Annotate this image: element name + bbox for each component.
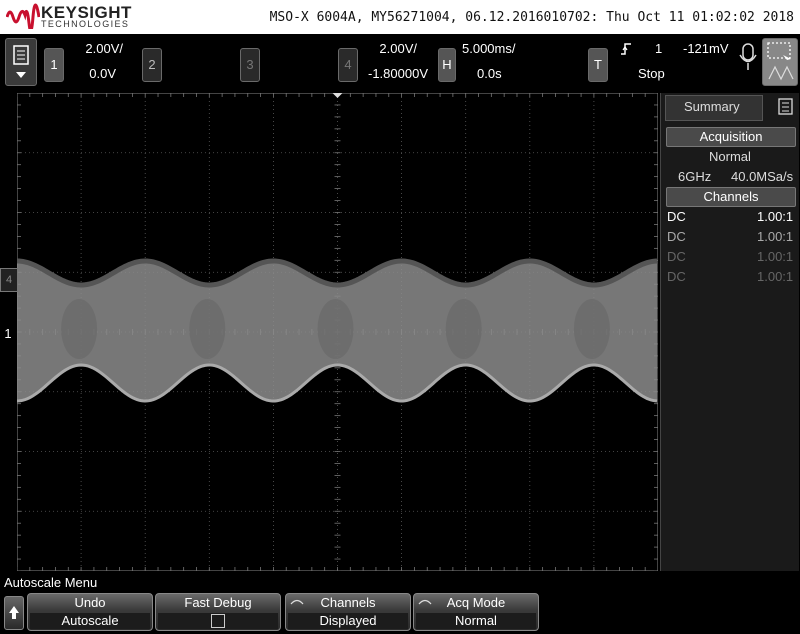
channel-3-button[interactable]: 3 [240,48,260,82]
channel-row-2-coupling: DC [667,229,686,244]
channel-row-2-probe: 1.00:1 [757,229,794,244]
channels-softkey[interactable]: Channels Displayed [285,593,411,631]
acq-mode-value: Normal [416,613,536,629]
summary-panel: Summary Acquisition Normal 6GHz 40.0MSa/… [660,93,799,571]
undo-autoscale-softkey[interactable]: Undo Autoscale [27,593,153,631]
channel-4-marker-label: 4 [5,274,13,286]
sample-rate: 40.0MSa/s [731,169,794,184]
channel-row-1-probe: 1.00:1 [757,209,794,224]
back-button[interactable] [4,596,24,630]
channel-1-offset: 0.0V [89,66,116,81]
rising-edge-icon [621,43,631,55]
channel-1-number: 1 [50,57,58,72]
title-bar: KEYSIGHT TECHNOLOGIES MSO-X 6004A, MY562… [0,0,800,34]
dropdown-indicator-icon [290,599,304,605]
channel-4-offset: -1.80000V [368,66,428,81]
fast-debug-value [158,613,278,629]
trigger-source: 1 [655,41,663,56]
acquisition-header: Acquisition [666,127,796,147]
trigger-label: T [594,57,602,72]
channel-row-3-coupling: DC [667,249,686,264]
waveform-cluster [317,299,354,359]
acquisition-mode: Normal [709,149,751,164]
channel-4-ground-marker[interactable]: 4 [0,268,18,292]
channel-1-ground-marker[interactable]: 1 [0,323,16,345]
trigger-status: Stop [638,66,665,81]
waveform-cluster [573,299,610,359]
autoscale-label: Autoscale [30,613,150,629]
acq-mode-label: Acq Mode [446,595,506,610]
channel-1-scale: 2.00V/ [85,41,123,56]
channel-1-marker-label: 1 [4,326,12,341]
brand-subtitle: TECHNOLOGIES [41,19,130,29]
horizontal-button[interactable]: H [438,48,456,82]
channel-3-number: 3 [246,57,254,72]
channel-row-4-probe: 1.00:1 [757,269,794,284]
channels-value: Displayed [288,613,408,629]
fast-debug-label: Fast Debug [184,595,252,610]
channel-4-button[interactable]: 4 [338,48,358,82]
instrument-info: MSO-X 6004A, MY56271004, 06.12.201601070… [269,10,794,25]
zoom-select-icon [767,42,794,81]
horizontal-delay: 0.0s [477,66,502,81]
channels-label: Channels [320,595,376,610]
acq-mode-softkey[interactable]: Acq Mode Normal [413,593,539,631]
summary-tab-label: Summary [684,99,740,114]
channel-2-button[interactable]: 2 [142,48,162,82]
channel-1-button[interactable]: 1 [44,48,64,82]
zoom-select-button[interactable] [762,38,798,86]
channel-4-number: 4 [344,57,352,72]
channel-2-number: 2 [148,57,156,72]
undo-label: Undo [74,595,106,610]
dropdown-indicator-icon [418,599,432,605]
keysight-logo-icon [6,3,40,29]
main-menu-button[interactable] [5,38,37,86]
waveform-cluster [445,299,482,359]
channel-row-3-probe: 1.00:1 [757,249,794,264]
channel-row-1-coupling: DC [667,209,686,224]
channels-header: Channels [666,187,796,207]
fast-debug-checkbox[interactable] [211,614,225,628]
bandwidth: 6GHz [678,169,712,184]
up-arrow-icon [9,606,19,619]
trigger-button[interactable]: T [588,48,608,82]
control-bar: 1 2.00V/ 0.0V 2 3 4 2.00V/ -1.80000V H 5… [0,34,800,90]
channel-4-scale: 2.00V/ [379,41,417,56]
microphone-icon[interactable] [738,42,758,74]
trigger-level: -121mV [683,41,729,56]
waveform-display[interactable] [17,93,658,571]
channel-row-4-coupling: DC [667,269,686,284]
waveform-cluster [61,299,98,359]
panel-menu-icon[interactable] [777,96,795,118]
horizontal-scale: 5.000ms/ [462,41,516,56]
horizontal-label: H [442,57,452,72]
menu-title: Autoscale Menu [4,575,98,590]
fast-debug-softkey[interactable]: Fast Debug [155,593,281,631]
waveform-cluster [189,299,226,359]
menu-list-icon [13,45,29,78]
